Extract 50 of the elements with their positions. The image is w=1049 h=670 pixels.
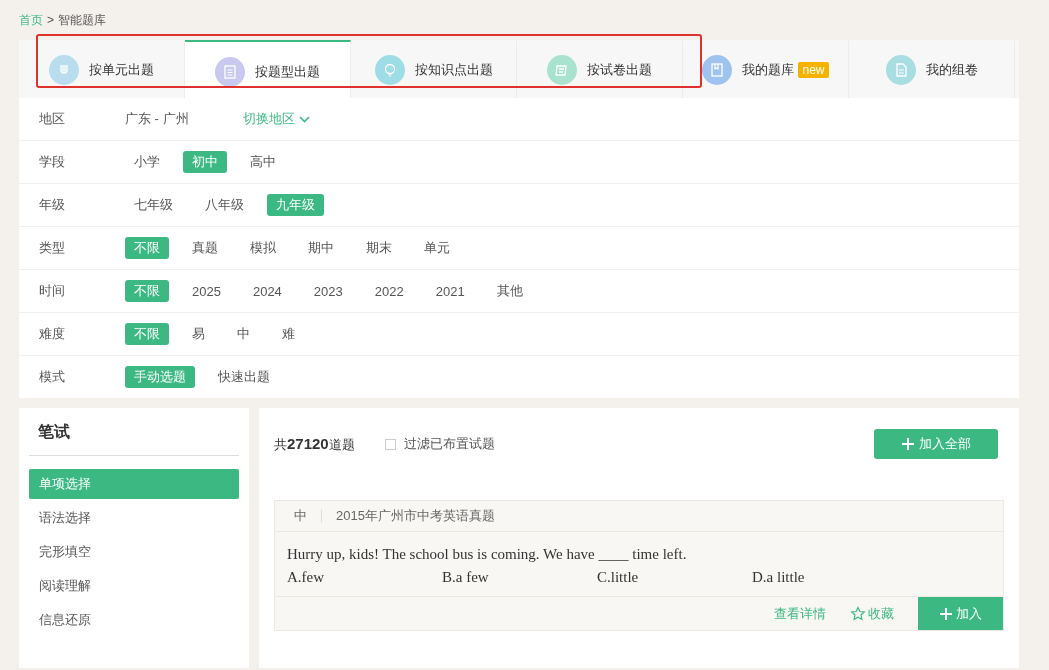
answer-option: B.a few [442,569,597,586]
question-source: 2015年广州市中考英语真题 [336,507,495,525]
sidebar-item[interactable]: 语法选择 [29,503,239,533]
filter-option[interactable]: 2025 [183,281,230,301]
region-value: 广东 - 广州 [125,110,190,128]
difficulty-label: 中 [294,507,307,525]
filter-option[interactable]: 期中 [299,237,343,259]
filter-option[interactable]: 小学 [125,151,169,173]
breadcrumb-separator: > [47,13,54,27]
filter-label: 地区 [39,110,66,128]
new-badge: new [798,62,829,78]
filter-option[interactable]: 八年级 [196,194,253,216]
filter-option[interactable]: 难 [273,323,304,345]
filter-option[interactable]: 单元 [415,237,459,259]
filter-option[interactable]: 2024 [243,281,291,301]
filter-label: 时间 [39,282,66,300]
answer-option: C.little [597,569,752,586]
answer-option: D.a little [752,569,907,586]
filter-option[interactable]: 2021 [426,281,474,301]
filter-label: 难度 [39,325,66,343]
filter-option[interactable]: 真题 [183,237,227,259]
sidebar-item[interactable]: 阅读理解 [29,571,239,601]
tab[interactable]: 按题型出题 [185,40,351,98]
filter-label: 模式 [39,368,66,386]
chevron-down-icon [299,115,310,123]
filter-option[interactable]: 期末 [357,237,401,259]
filter-option[interactable]: 易 [183,323,214,345]
filter-label: 类型 [39,239,66,257]
filter-option[interactable]: 模拟 [241,237,285,259]
filter-option[interactable]: 2022 [365,281,413,301]
filter-option[interactable]: 七年级 [125,194,182,216]
sidebar-title: 笔试 [38,423,70,440]
breadcrumb-current: 智能题库 [58,11,106,29]
filter-option[interactable]: 其他 [487,280,532,302]
checkbox[interactable] [384,438,396,450]
answer-option: A.few [287,569,442,586]
filter-option[interactable]: 高中 [241,151,285,173]
question-text: Hurry up, kids! The school bus is coming. We have ____ time left. [287,546,688,563]
filter-option[interactable]: 快速出题 [209,366,279,388]
sidebar-item[interactable]: 完形填空 [29,537,239,567]
star-icon [850,605,866,622]
filter-label: 学段 [39,153,66,171]
filter-checkbox[interactable]: 过滤已布置试题 [384,435,495,453]
plus-icon [901,438,914,450]
sidebar-item[interactable]: 信息还原 [29,605,239,635]
filter-option[interactable]: 2023 [304,281,352,301]
question-count: 共27120道题 [274,434,355,454]
plus-icon [939,607,952,620]
filter-option[interactable]: 中 [228,323,259,345]
filter-label: 年级 [39,196,66,214]
